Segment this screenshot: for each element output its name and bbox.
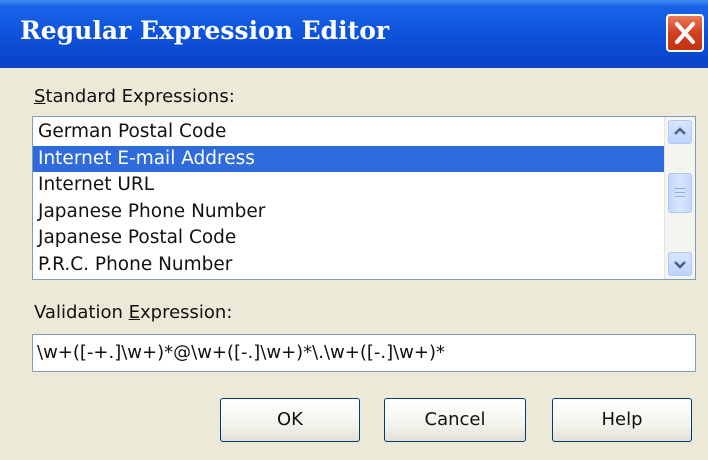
close-button[interactable]: [666, 14, 704, 52]
dialog-title: Regular Expression Editor: [20, 16, 390, 45]
label-text: tandard Expressions:: [45, 86, 235, 107]
help-button[interactable]: Help: [552, 398, 692, 442]
scroll-down-button[interactable]: [668, 252, 692, 276]
thumb-grip: [675, 192, 685, 193]
list-item[interactable]: P.R.C. Phone Number: [33, 252, 665, 279]
chevron-up-icon: [674, 127, 686, 135]
cancel-button[interactable]: Cancel: [384, 398, 526, 442]
label-text: xpression:: [139, 302, 233, 323]
list-item[interactable]: Japanese Postal Code: [33, 225, 665, 252]
list-item[interactable]: German Postal Code: [33, 119, 665, 146]
list-items: German Postal Code Internet E-mail Addre…: [33, 119, 665, 278]
label-text: Validation: [34, 302, 129, 323]
thumb-grip: [675, 188, 685, 189]
title-bar[interactable]: Regular Expression Editor: [0, 0, 708, 68]
list-item-selected[interactable]: Internet E-mail Address: [33, 145, 665, 172]
thumb-grip: [675, 196, 685, 197]
close-icon: [675, 22, 695, 44]
label-accelerator: E: [128, 302, 140, 323]
label-accelerator: S: [34, 86, 46, 107]
list-item[interactable]: Japanese Phone Number: [33, 199, 665, 226]
list-item[interactable]: Internet URL: [33, 172, 665, 199]
scroll-thumb[interactable]: [668, 173, 692, 213]
standard-expressions-list[interactable]: German Postal Code Internet E-mail Addre…: [32, 116, 696, 280]
vertical-scrollbar[interactable]: [664, 117, 695, 279]
standard-expressions-label: Standard Expressions:: [34, 86, 235, 107]
ok-button[interactable]: OK: [220, 398, 360, 442]
chevron-down-icon: [674, 261, 686, 269]
regex-editor-dialog: Regular Expression Editor Standard Expre…: [0, 0, 708, 460]
scroll-up-button[interactable]: [668, 120, 692, 144]
validation-expression-label: Validation Expression:: [34, 302, 232, 323]
validation-expression-input[interactable]: \w+([-+.]\w+)*@\w+([-.]\w+)*\.\w+([-.]\w…: [32, 334, 696, 372]
